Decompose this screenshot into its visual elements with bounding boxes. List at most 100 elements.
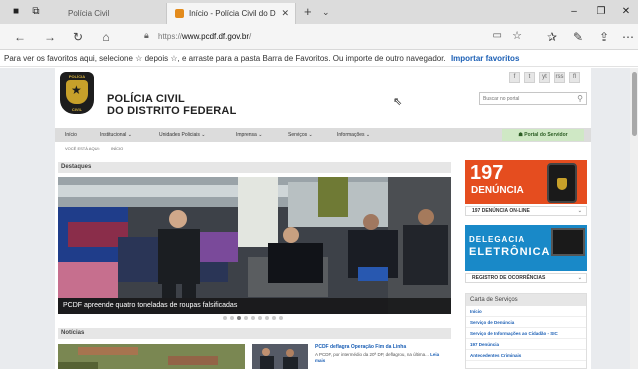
favorites-hub-icon[interactable]: ✰ [544, 29, 560, 45]
site-favicon-icon [175, 9, 184, 18]
slider-dot[interactable] [251, 316, 255, 320]
news-image-aerial[interactable] [58, 344, 245, 369]
close-icon[interactable]: ✕ [618, 5, 634, 19]
logo-text-bottom: CIVIL [71, 107, 83, 112]
news-image-operation[interactable] [252, 344, 308, 369]
noticias-heading: Notícias [58, 328, 451, 339]
social-rss-icon[interactable]: rss [554, 72, 565, 83]
carta-heading: Carta de Serviços [466, 294, 586, 306]
logo-text-top: POLÍCIA [68, 74, 86, 79]
favorite-star-icon[interactable]: ☆ [512, 29, 522, 42]
mouse-cursor-icon: ⇖ [393, 96, 403, 108]
pcdf-logo[interactable]: POLÍCIA ★ CIVIL [60, 72, 94, 114]
menu-item-servicos[interactable]: Serviços ⌄ [288, 128, 313, 142]
lock-icon: 🔒︎ [144, 30, 149, 40]
social-youtube-icon[interactable]: yt [539, 72, 550, 83]
banner-delegacia-label-text: REGISTRO DE OCORRÊNCIAS [472, 275, 546, 281]
news-photo-aerial [58, 344, 245, 369]
banner-delegacia-label[interactable]: REGISTRO DE OCORRÊNCIAS ⌄ [465, 273, 587, 283]
menu-item-institucional[interactable]: Institucional ⌄ [100, 128, 132, 142]
reading-view-icon[interactable]: ▭ [493, 30, 502, 41]
search-input[interactable] [483, 93, 571, 104]
banner-delegacia-eletronica[interactable]: DELEGACIA ELETRÔNICA [465, 225, 587, 271]
banner-197-label[interactable]: 197 DENÚNCIA ON-LINE ⌄ [465, 206, 587, 216]
import-favorites-link[interactable]: Importar favoritos [451, 54, 519, 63]
share-icon[interactable]: ⇪ [596, 29, 612, 45]
portal-icon: ☗ [518, 132, 523, 138]
forward-icon[interactable]: → [42, 29, 58, 45]
menu-item-inicio[interactable]: Início [65, 128, 77, 142]
tab-preview-icon[interactable]: ⧉ [30, 6, 42, 17]
favorites-bar: Para ver os favoritos aqui, selecione ☆ … [0, 50, 638, 67]
banner-delegacia-line1: DELEGACIA [469, 235, 526, 244]
slider-dot[interactable] [230, 316, 234, 320]
pen-icon[interactable]: ✎ [570, 29, 586, 45]
back-icon[interactable]: ← [12, 29, 28, 45]
slide-caption[interactable]: PCDF apreende quatro toneladas de roupas… [58, 298, 451, 314]
tab-close-icon[interactable]: ✕ [281, 3, 289, 24]
address-url: https://www.pcdf.df.gov.br/ [158, 32, 252, 41]
badge-seal-icon [557, 178, 567, 190]
chevron-down-icon: ⌄ [577, 208, 582, 214]
home-icon[interactable]: ⌂ [98, 29, 114, 45]
banner-197-number: 197 [470, 162, 504, 184]
site-search: ⚲ [479, 92, 587, 105]
tab-title: Polícia Civil [68, 9, 110, 18]
laptop-icon [551, 228, 585, 256]
carta-item[interactable]: Serviço de Informações ao Cidadão - SIC [466, 328, 586, 339]
maximize-icon[interactable]: ❐ [593, 5, 609, 19]
carta-item[interactable]: 197 Denúncia [466, 339, 586, 350]
slider-dot[interactable] [272, 316, 276, 320]
destaques-slider[interactable]: PCDF apreende quatro toneladas de roupas… [58, 177, 451, 314]
social-facebook-icon[interactable]: f [509, 72, 520, 83]
more-icon[interactable]: ⋯ [620, 29, 636, 45]
tab-actions-icon[interactable]: ■ [10, 6, 22, 17]
browser-navbar: ← → ↻ ⌂ 🔒︎ https://www.pcdf.df.gov.br/ ▭… [0, 24, 638, 50]
portal-servidor-button[interactable]: ☗ Portal do Servidor [502, 129, 584, 141]
slider-dot[interactable] [258, 316, 262, 320]
banner-197-denuncia[interactable]: 197 DENÚNCIA [465, 160, 587, 204]
tab-title: Início - Polícia Civil do D [189, 9, 276, 18]
new-tab-icon[interactable]: + [304, 3, 312, 21]
social-twitter-icon[interactable]: t [524, 72, 535, 83]
browser-titlebar: ■ ⧉ Polícia Civil Início - Polícia Civil… [0, 0, 638, 24]
scrollbar-thumb[interactable] [632, 72, 637, 136]
carta-item[interactable]: Antecedentes Criminais [466, 350, 586, 361]
portal-label: Portal do Servidor [524, 132, 568, 138]
tab-inicio[interactable]: Início - Polícia Civil do D ✕ [166, 3, 296, 24]
social-flickr-icon[interactable]: fl [569, 72, 580, 83]
slider-dot[interactable] [237, 316, 241, 320]
news-item-title[interactable]: PCDF deflagra Operação Fim da Linha [315, 344, 406, 350]
logo-star-icon: ★ [71, 83, 82, 97]
minimize-icon[interactable]: – [566, 5, 582, 19]
menu-item-imprensa[interactable]: Imprensa ⌄ [236, 128, 262, 142]
carta-item[interactable]: Serviço de Denúncia [466, 317, 586, 328]
carta-item[interactable]: Início [466, 306, 586, 317]
tab-list-chevron-icon[interactable]: ⌄ [322, 3, 330, 21]
banner-197-label-text: 197 DENÚNCIA ON-LINE [472, 208, 530, 214]
page-viewport: POLÍCIA ★ CIVIL POLÍCIA CIVIL DO DISTRIT… [0, 68, 638, 369]
banner-197-word: DENÚNCIA [471, 185, 524, 196]
slider-dot[interactable] [265, 316, 269, 320]
org-name-line1: POLÍCIA CIVIL [107, 93, 185, 105]
page-scrollbar[interactable] [630, 68, 638, 369]
breadcrumb-prefix: VOCÊ ESTÁ AQUI: [65, 146, 100, 151]
search-icon[interactable]: ⚲ [577, 93, 583, 104]
refresh-icon[interactable]: ↻ [70, 29, 86, 45]
banner-delegacia-line2: ELETRÔNICA [469, 246, 551, 258]
slider-dot[interactable] [244, 316, 248, 320]
main-menu: Início Institucional ⌄ Unidades Policiai… [55, 128, 591, 142]
carta-de-servicos: Carta de Serviços Início Serviço de Denú… [465, 293, 587, 369]
news-item-summary: A PCDF, por intermédio da 20ª DP, deflag… [315, 352, 429, 357]
breadcrumb-home[interactable]: INÍCIO [111, 146, 123, 151]
menu-item-unidades[interactable]: Unidades Policiais ⌄ [159, 128, 205, 142]
slider-dot[interactable] [279, 316, 283, 320]
news-item-text: A PCDF, por intermédio da 20ª DP, deflag… [315, 352, 450, 364]
menu-item-informacoes[interactable]: Informações ⌄ [337, 128, 370, 142]
slider-dot[interactable] [223, 316, 227, 320]
tab-policia-civil[interactable]: Polícia Civil [50, 3, 160, 24]
address-bar[interactable]: 🔒︎ https://www.pcdf.df.gov.br/ ▭ ☆ [140, 28, 526, 46]
chevron-down-icon: ⌄ [577, 275, 582, 281]
favorites-message: Para ver os favoritos aqui, selecione ☆ … [4, 54, 446, 63]
phone-icon [547, 163, 577, 203]
